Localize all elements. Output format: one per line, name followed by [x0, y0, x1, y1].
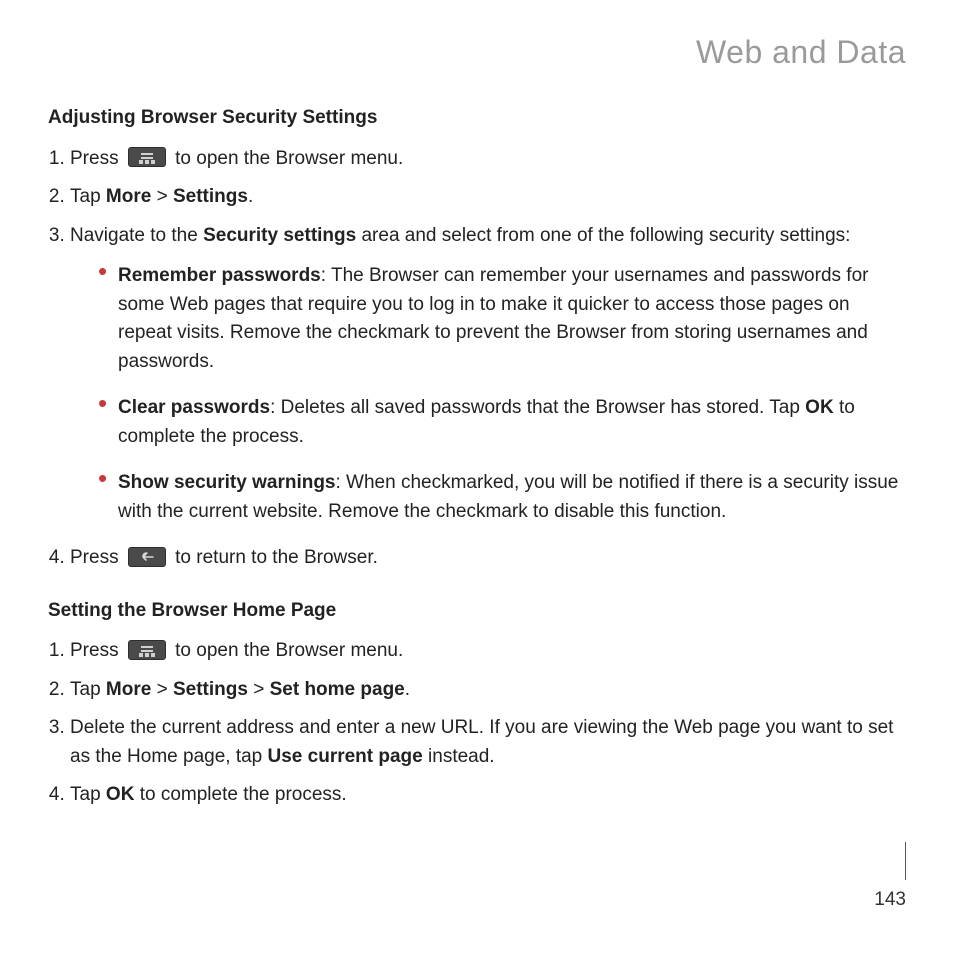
text: Tap [70, 186, 106, 207]
text: to return to the Browser. [175, 547, 378, 568]
text: to open the Browser menu. [175, 148, 403, 169]
text: Navigate to the [70, 225, 203, 246]
back-key-icon [128, 547, 166, 567]
page-number: 143 [874, 886, 906, 915]
label-settings: Settings [173, 186, 248, 207]
text: : Deletes all saved passwords that the B… [270, 397, 805, 418]
menu-key-icon [128, 640, 166, 660]
bullet-item: Clear passwords: Deletes all saved passw… [98, 394, 906, 451]
label-more: More [106, 679, 151, 700]
step-item: Tap OK to complete the process. [70, 781, 906, 810]
label-more: More [106, 186, 151, 207]
bullet-label: Remember passwords [118, 265, 321, 286]
step-item: Tap More > Settings > Set home page. [70, 676, 906, 705]
step-item: Delete the current address and enter a n… [70, 714, 906, 771]
steps-list-security: Press to open the Browser menu. Tap More… [48, 145, 906, 573]
bullet-item: Show security warnings: When checkmarked… [98, 469, 906, 526]
text: instead. [423, 746, 495, 767]
step-item: Press to open the Browser menu. [70, 145, 906, 174]
text: Press [70, 640, 124, 661]
text: . [248, 186, 253, 207]
step-item: Press to open the Browser menu. [70, 637, 906, 666]
label-security-settings: Security settings [203, 225, 356, 246]
label-ok: OK [805, 397, 834, 418]
text: area and select from one of the followin… [356, 225, 850, 246]
step-item: Press to return to the Browser. [70, 544, 906, 573]
text: to open the Browser menu. [175, 640, 403, 661]
text: Tap [70, 784, 106, 805]
section-heading-security: Adjusting Browser Security Settings [48, 104, 906, 133]
step-item: Navigate to the Security settings area a… [70, 222, 906, 527]
section-heading-homepage: Setting the Browser Home Page [48, 597, 906, 626]
text: to complete the process. [134, 784, 346, 805]
text: . [405, 679, 410, 700]
bullet-item: Remember passwords: The Browser can reme… [98, 262, 906, 376]
label-ok: OK [106, 784, 135, 805]
label-use-current-page: Use current page [268, 746, 423, 767]
bullet-label: Clear passwords [118, 397, 270, 418]
bullet-label: Show security warnings [118, 472, 336, 493]
text: > [151, 186, 173, 207]
bullet-list: Remember passwords: The Browser can reme… [98, 262, 906, 526]
label-set-home-page: Set home page [270, 679, 405, 700]
text: Tap [70, 679, 106, 700]
menu-key-icon [128, 147, 166, 167]
step-item: Tap More > Settings. [70, 183, 906, 212]
steps-list-homepage: Press to open the Browser menu. Tap More… [48, 637, 906, 810]
text: Press [70, 547, 124, 568]
text: > [151, 679, 173, 700]
label-settings: Settings [173, 679, 248, 700]
text: > [248, 679, 270, 700]
page-rule [905, 842, 906, 880]
text: Press [70, 148, 124, 169]
page-title: Web and Data [48, 28, 906, 76]
manual-page: Web and Data Adjusting Browser Security … [0, 0, 954, 954]
